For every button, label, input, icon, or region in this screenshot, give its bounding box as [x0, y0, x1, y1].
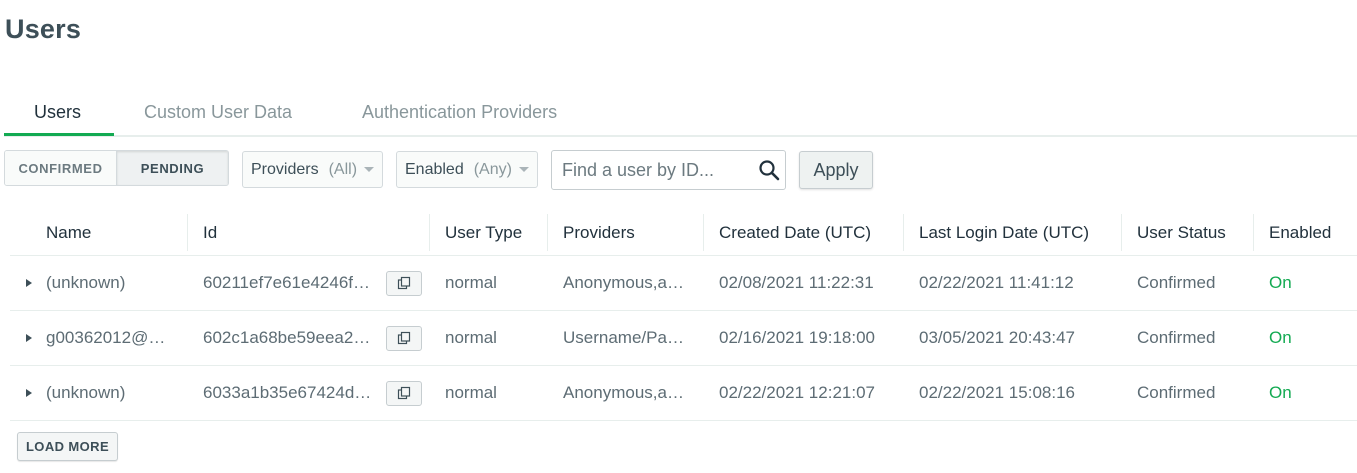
copy-icon [397, 276, 411, 290]
user-providers: Anonymous,an… [547, 255, 703, 311]
chevron-down-icon [519, 167, 529, 172]
user-providers: Username/Pas… [547, 310, 703, 366]
table-row: (unknown) 6033a1b35e67424d… normal Anony… [10, 365, 1357, 421]
expand-arrow-icon[interactable] [26, 388, 32, 397]
enabled-status: On [1253, 310, 1357, 366]
created-date: 02/16/2021 19:18:00 [703, 310, 903, 366]
apply-button[interactable]: Apply [799, 151, 873, 189]
copy-id-button[interactable] [386, 270, 422, 296]
user-type: normal [429, 310, 547, 366]
expand-arrow-icon[interactable] [26, 333, 32, 342]
enabled-select[interactable]: Enabled (Any) [396, 151, 538, 188]
last-login-date: 02/22/2021 11:41:12 [903, 255, 1121, 311]
table-row: (unknown) 60211ef7e61e4246f… normal Anon… [10, 255, 1357, 311]
copy-id-button[interactable] [386, 325, 422, 351]
search-icon[interactable] [758, 159, 780, 181]
copy-icon [397, 386, 411, 400]
user-type: normal [429, 365, 547, 421]
column-header-last-login-date[interactable]: Last Login Date (UTC) [903, 212, 1121, 256]
enabled-status: On [1253, 365, 1357, 421]
column-header-user-type[interactable]: User Type [429, 212, 547, 256]
column-header-id[interactable]: Id [187, 212, 429, 256]
user-type: normal [429, 255, 547, 311]
user-name: (unknown) [46, 272, 126, 292]
tab-custom-user-data[interactable]: Custom User Data [144, 102, 292, 137]
column-header-user-status[interactable]: User Status [1121, 212, 1253, 256]
providers-select-value: (All) [328, 160, 358, 178]
chevron-down-icon [364, 167, 374, 172]
confirmed-toggle-button[interactable]: CONFIRMED [5, 151, 117, 185]
users-table: Name Id User Type Providers Created Date… [10, 212, 1357, 421]
created-date: 02/22/2021 12:21:07 [703, 365, 903, 421]
user-search-box [551, 150, 786, 190]
user-id: 60211ef7e61e4246f… [203, 272, 371, 292]
tab-bar: Users Custom User Data Authentication Pr… [4, 96, 1357, 137]
user-status: Confirmed [1121, 255, 1253, 311]
table-header-row: Name Id User Type Providers Created Date… [10, 212, 1357, 256]
table-row: g00362012@… 602c1a68be59eea2… normal Use… [10, 310, 1357, 366]
user-id: 602c1a68be59eea2… [203, 327, 371, 347]
column-header-enabled[interactable]: Enabled [1253, 212, 1357, 256]
enabled-select-value: (Any) [473, 160, 512, 178]
copy-icon [397, 331, 411, 345]
last-login-date: 02/22/2021 15:08:16 [903, 365, 1121, 421]
tab-users[interactable]: Users [34, 102, 81, 137]
user-id: 6033a1b35e67424d… [203, 382, 372, 402]
providers-select-label: Providers [251, 160, 319, 178]
user-status: Confirmed [1121, 310, 1253, 366]
user-status-toggle: CONFIRMED PENDING [4, 150, 229, 186]
page-title: Users [5, 14, 82, 44]
user-status: Confirmed [1121, 365, 1253, 421]
user-name: g00362012@… [46, 327, 166, 347]
pending-toggle-button[interactable]: PENDING [117, 151, 228, 185]
column-header-name[interactable]: Name [10, 212, 187, 256]
load-more-button[interactable]: LOAD MORE [17, 432, 118, 461]
enabled-select-label: Enabled [405, 160, 464, 178]
user-providers: Anonymous,an… [547, 365, 703, 421]
column-header-created-date[interactable]: Created Date (UTC) [703, 212, 903, 256]
user-search-input[interactable] [552, 151, 752, 189]
enabled-status: On [1253, 255, 1357, 311]
user-name: (unknown) [46, 382, 126, 402]
expand-arrow-icon[interactable] [26, 278, 32, 287]
created-date: 02/08/2021 11:22:31 [703, 255, 903, 311]
active-tab-indicator [4, 133, 114, 136]
copy-id-button[interactable] [386, 380, 422, 406]
column-header-providers[interactable]: Providers [547, 212, 703, 256]
tab-authentication-providers[interactable]: Authentication Providers [362, 102, 557, 137]
providers-select[interactable]: Providers (All) [242, 151, 383, 188]
last-login-date: 03/05/2021 20:43:47 [903, 310, 1121, 366]
